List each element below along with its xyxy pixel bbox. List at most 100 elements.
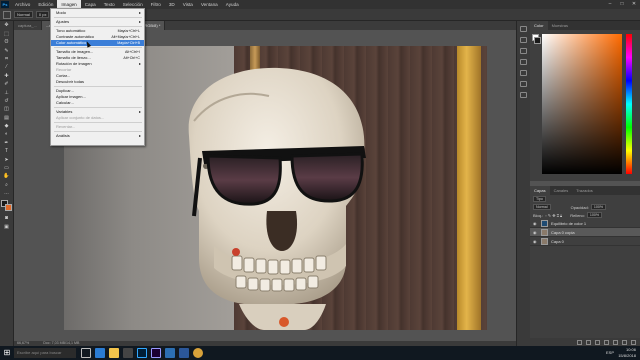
color-picker-field[interactable] bbox=[542, 34, 622, 174]
word-app-icon[interactable] bbox=[179, 348, 189, 358]
lasso-tool-icon[interactable]: ʘ bbox=[3, 39, 11, 46]
menu-ventana[interactable]: Ventana bbox=[197, 0, 222, 9]
vscode-app-icon[interactable] bbox=[165, 348, 175, 358]
paragraph-panel-icon[interactable] bbox=[520, 81, 527, 87]
layer-row[interactable]: ◉ Capa 0 copia bbox=[530, 228, 640, 237]
task-view-icon[interactable] bbox=[81, 348, 91, 358]
new-group-icon[interactable] bbox=[613, 339, 618, 345]
tab-paths[interactable]: Trazados bbox=[572, 186, 597, 195]
store-app-icon[interactable] bbox=[123, 348, 133, 358]
menu-vista[interactable]: Vista bbox=[179, 0, 197, 9]
move-tool-icon[interactable]: ✥ bbox=[3, 22, 11, 29]
adjustments-panel-icon[interactable] bbox=[520, 48, 527, 54]
premiere-app-icon[interactable] bbox=[151, 348, 161, 358]
eye-icon[interactable]: ◉ bbox=[533, 221, 538, 226]
libraries-panel-icon[interactable] bbox=[520, 92, 527, 98]
adjustment-layer-icon[interactable] bbox=[604, 339, 609, 345]
menu-archivo[interactable]: Archivo bbox=[11, 0, 34, 9]
eye-icon[interactable]: ◉ bbox=[533, 230, 538, 235]
eraser-tool-icon[interactable]: ◫ bbox=[3, 106, 11, 113]
menu-item-calculations[interactable]: Calcular... bbox=[51, 100, 144, 106]
new-layer-icon[interactable] bbox=[622, 339, 627, 345]
opacity-field[interactable]: 100% bbox=[590, 204, 607, 210]
eyedropper-tool-icon[interactable]: ⁄ bbox=[3, 64, 11, 71]
menu-ayuda[interactable]: Ayuda bbox=[222, 0, 243, 9]
link-layers-icon[interactable] bbox=[577, 339, 582, 345]
menu-filtro[interactable]: Filtro bbox=[147, 0, 165, 9]
marquee-tool-icon[interactable] bbox=[3, 10, 11, 19]
shape-tool-icon[interactable]: ▭ bbox=[3, 165, 11, 172]
submenu-arrow-icon: ▸ bbox=[138, 19, 141, 24]
history-brush-icon[interactable]: ↺ bbox=[3, 98, 11, 105]
tab-layers[interactable]: Capas bbox=[530, 186, 550, 195]
character-panel-icon[interactable] bbox=[520, 70, 527, 76]
language-indicator[interactable]: ESP bbox=[606, 350, 614, 355]
menu-3d[interactable]: 3D bbox=[165, 0, 179, 9]
taskbar-clock[interactable]: 10:06 15/8/2018 bbox=[618, 347, 636, 359]
explorer-app-icon[interactable] bbox=[109, 348, 119, 358]
background-swatch[interactable] bbox=[4, 204, 12, 212]
add-mask-icon[interactable] bbox=[595, 339, 600, 345]
path-select-tool-icon[interactable]: ➤ bbox=[3, 157, 11, 164]
lock-icons[interactable]: ▫ ✎ ✥ ⌗ 🔒︎ bbox=[545, 213, 562, 218]
layer-name: Equilibrio de color 1 bbox=[551, 220, 587, 226]
stamp-tool-icon[interactable]: ⊥ bbox=[3, 90, 11, 97]
dodge-tool-icon[interactable]: ◐ bbox=[3, 131, 11, 138]
blend-mode-select[interactable]: Normal bbox=[533, 204, 551, 210]
healing-tool-icon[interactable]: ✚ bbox=[3, 73, 11, 80]
layer-row[interactable]: ◉ Equilibrio de color 1 bbox=[530, 219, 640, 228]
properties-panel-icon[interactable] bbox=[520, 37, 527, 43]
fx-icon[interactable] bbox=[586, 339, 591, 345]
chrome-app-icon[interactable] bbox=[193, 348, 203, 358]
zoom-tool-icon[interactable]: ⌕ bbox=[3, 182, 11, 189]
layer-name: Capa 0 bbox=[551, 238, 564, 244]
gradient-tool-icon[interactable]: ▤ bbox=[3, 115, 11, 122]
tab-channels[interactable]: Canales bbox=[550, 186, 573, 195]
menu-separator bbox=[54, 131, 142, 132]
windows-start-icon[interactable]: ⊞ bbox=[0, 346, 14, 360]
history-panel-icon[interactable] bbox=[520, 26, 527, 32]
photoshop-app-icon[interactable] bbox=[137, 348, 147, 358]
document-tab[interactable]: captura_... bbox=[14, 21, 42, 30]
layer-thumbnail bbox=[541, 219, 548, 227]
hue-slider[interactable] bbox=[626, 34, 632, 174]
layer-row[interactable]: ◉ Capa 0 bbox=[530, 237, 640, 246]
minimize-icon[interactable]: – bbox=[604, 0, 616, 9]
brush-tool-icon[interactable]: ✐ bbox=[3, 81, 11, 88]
kind-filter-select[interactable]: Tipo bbox=[533, 196, 546, 202]
menu-item-label: Rotación de imagen bbox=[56, 61, 92, 66]
photoshop-logo: Ps bbox=[1, 1, 9, 8]
type-tool-icon[interactable]: T bbox=[3, 148, 11, 155]
fill-field[interactable]: 100% bbox=[586, 212, 603, 218]
eye-icon[interactable]: ◉ bbox=[533, 239, 538, 244]
tab-color[interactable]: Color bbox=[530, 21, 548, 30]
crop-tool-icon[interactable]: ⌗ bbox=[3, 56, 11, 63]
menu-item-analysis[interactable]: Análisis ▸ bbox=[51, 133, 144, 139]
more-tools-icon[interactable]: … bbox=[3, 190, 11, 197]
menu-item-trap[interactable]: Reventar... bbox=[51, 124, 144, 130]
edge-app-icon[interactable] bbox=[95, 348, 105, 358]
hand-tool-icon[interactable]: ✋ bbox=[3, 173, 11, 180]
color-swatches[interactable] bbox=[0, 200, 13, 212]
menu-item-reveal-all[interactable]: Descubrir todas bbox=[51, 79, 144, 85]
close-icon[interactable]: ✕ bbox=[628, 0, 640, 9]
menu-item-adjustments[interactable]: Ajustes ▸ bbox=[51, 19, 144, 25]
menu-item-apply-data-set[interactable]: Aplicar conjunto de datos... bbox=[51, 115, 144, 121]
marquee-tool-icon[interactable]: ⬚ bbox=[3, 31, 11, 38]
quick-mask-icon[interactable]: ◙ bbox=[3, 215, 11, 222]
menu-item-auto-color[interactable]: Color automático Mayús+Ctrl+B bbox=[51, 40, 144, 46]
panel-background-swatch[interactable] bbox=[534, 37, 541, 44]
layer-filter-row: Tipo bbox=[530, 195, 640, 203]
screen-mode-icon[interactable]: ▣ bbox=[3, 224, 11, 231]
width-field[interactable]: 0 px bbox=[35, 11, 50, 18]
quick-select-tool-icon[interactable]: ✎ bbox=[3, 48, 11, 55]
trash-icon[interactable] bbox=[631, 339, 636, 345]
blur-tool-icon[interactable]: ◆ bbox=[3, 123, 11, 130]
pen-tool-icon[interactable]: ✒ bbox=[3, 140, 11, 147]
menu-item-mode[interactable]: Modo ▸ bbox=[51, 10, 144, 16]
taskbar-search-input[interactable]: Escribe aquí para buscar bbox=[14, 348, 76, 358]
styles-panel-icon[interactable] bbox=[520, 59, 527, 65]
tab-swatches[interactable]: Muestras bbox=[548, 21, 572, 30]
mode-select[interactable]: Normal bbox=[14, 11, 33, 18]
maximize-icon[interactable]: □ bbox=[616, 0, 628, 9]
